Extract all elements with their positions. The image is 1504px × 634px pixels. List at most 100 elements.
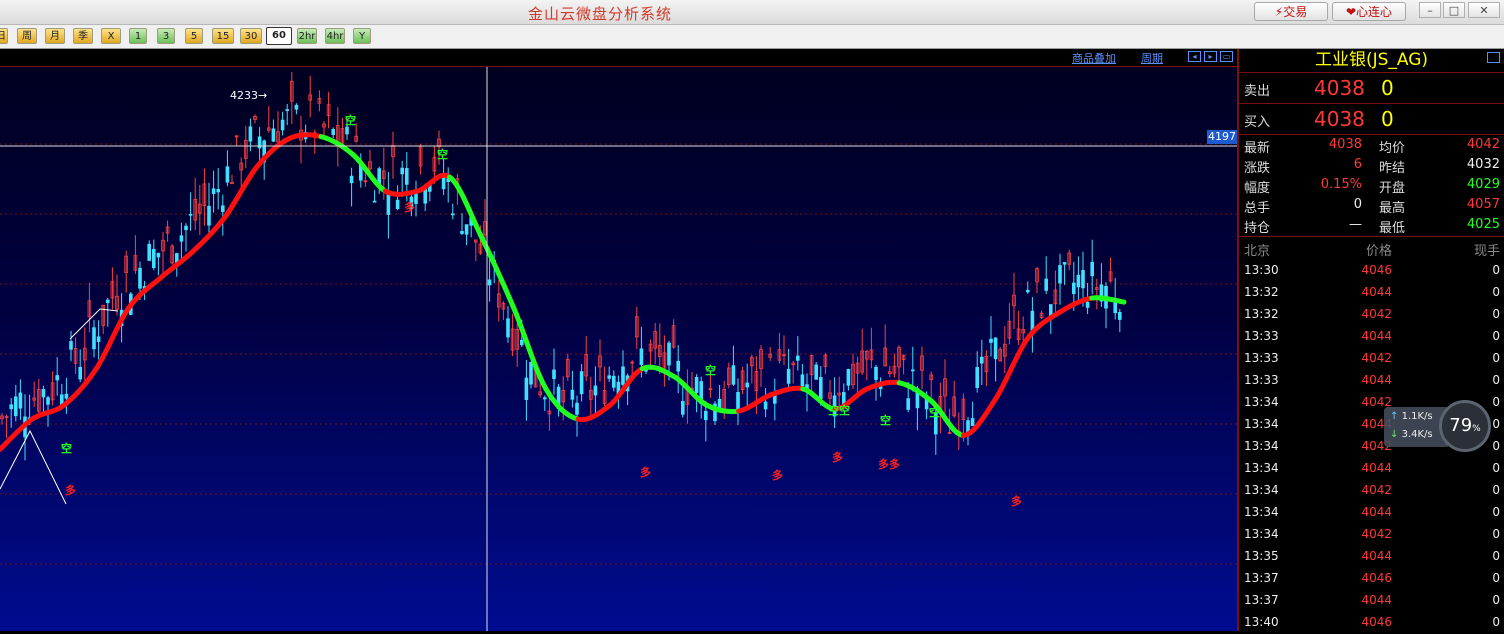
tick-volume: 0	[1492, 505, 1500, 519]
lightning-icon: ⚡	[1274, 5, 1284, 19]
connect-button[interactable]: ❤心连心	[1332, 2, 1406, 21]
signal-marker-duo: 多	[65, 484, 76, 497]
stat-label: 均价	[1379, 141, 1406, 156]
tick-volume: 0	[1492, 263, 1500, 277]
period-button-4[interactable]: X	[101, 28, 121, 44]
tick-price: 4046	[1361, 263, 1392, 277]
candle-body	[529, 361, 533, 385]
signal-marker-kong: 空	[345, 114, 356, 127]
period-button-2[interactable]: 月	[45, 28, 65, 44]
scroll-left-icon[interactable]: ◂	[1188, 51, 1201, 62]
period-button-11[interactable]: 2hr	[297, 28, 317, 44]
tick-row: 13:33 4044 0	[1239, 326, 1504, 348]
candle-body	[138, 267, 142, 289]
period-button-7[interactable]: 5	[185, 28, 203, 44]
tick-price: 4046	[1361, 571, 1392, 585]
candle-body	[464, 224, 469, 235]
stat-label: 昨结	[1379, 161, 1406, 176]
candle-body	[520, 339, 524, 346]
ma-line-segment	[382, 188, 420, 197]
period-button-0[interactable]: 日	[0, 28, 8, 44]
candle-body	[207, 205, 211, 226]
candle-body	[814, 364, 818, 380]
download-speed: ↓ 3.4K/s	[1390, 429, 1433, 440]
kline-chart[interactable]: 商品叠加 周期 ◂ ▸ ▭ 4233→ 4197 空空空空空空空空多多多多多多多…	[0, 49, 1237, 631]
stat-value: —	[1349, 217, 1362, 232]
period-button-9[interactable]: 30	[240, 28, 262, 44]
candle-body	[13, 396, 18, 417]
bid-row: 买入 4038 0	[1239, 104, 1504, 135]
tick-time: 13:33	[1244, 351, 1279, 365]
candle-body	[970, 418, 975, 427]
candle-body	[552, 369, 556, 380]
candle-body	[570, 389, 575, 400]
candle-body	[280, 119, 285, 131]
candle-body	[106, 299, 110, 304]
candle-body	[736, 392, 740, 410]
candle-body	[1026, 289, 1030, 293]
candle-body	[607, 375, 611, 379]
tick-time: 13:34	[1244, 417, 1279, 431]
candle-body	[395, 199, 400, 210]
download-speed-value: 3.4	[1401, 429, 1418, 440]
tick-volume-header: 现手	[1473, 244, 1500, 259]
candle-body	[55, 375, 59, 381]
upload-speed: ↑ 1.1K/s	[1390, 411, 1433, 422]
period-link[interactable]: 周期	[1141, 50, 1163, 66]
candle-body	[404, 168, 409, 185]
period-button-13[interactable]: Y	[353, 28, 371, 44]
tick-row: 13:37 4044 0	[1239, 590, 1504, 612]
panel-toggle-icon[interactable]	[1487, 52, 1500, 63]
candle-body	[285, 109, 289, 111]
candle-body	[9, 404, 14, 410]
candle-body	[96, 336, 101, 342]
trade-button[interactable]: ⚡交易	[1254, 2, 1328, 21]
stat-label: 涨跌	[1244, 161, 1271, 176]
candle-body	[69, 341, 73, 350]
candle-body	[980, 356, 984, 364]
tick-row: 13:35 4044 0	[1239, 546, 1504, 568]
title-bar: 金山云微盘分析系统 ⚡交易 ❤心连心 – □ ✕	[0, 0, 1504, 25]
period-button-3[interactable]: 季	[73, 28, 93, 44]
candle-body	[386, 192, 391, 215]
period-button-12[interactable]: 4hr	[325, 28, 345, 44]
candle-body	[1085, 301, 1090, 308]
trade-button-label: 交易	[1283, 5, 1308, 19]
period-button-5[interactable]: 1	[129, 28, 147, 44]
tick-time: 13:34	[1244, 461, 1279, 475]
period-button-8[interactable]: 15	[212, 28, 234, 44]
stat-row: 涨跌 6 昨结 4032	[1239, 155, 1504, 176]
tick-time: 13:33	[1244, 329, 1279, 343]
upload-speed-value: 1.1	[1401, 411, 1418, 422]
upload-arrow-icon: ↑	[1390, 411, 1399, 422]
network-speed-widget[interactable]: ↑ 1.1K/s ↓ 3.4K/s 79%	[1384, 400, 1496, 452]
ma-line-segment	[93, 305, 131, 372]
candle-body	[874, 366, 878, 380]
layout-icon[interactable]: ▭	[1220, 51, 1233, 62]
candle-body	[1062, 262, 1067, 265]
maximize-button[interactable]: □	[1443, 2, 1465, 18]
candle-body	[174, 253, 179, 263]
period-button-6[interactable]: 3	[157, 28, 175, 44]
ma-line-segment	[639, 364, 677, 380]
tick-time: 13:32	[1244, 285, 1279, 299]
overlay-commodity-link[interactable]: 商品叠加	[1072, 50, 1116, 66]
tick-row: 13:34 4042 0	[1239, 480, 1504, 502]
connect-button-label: 心连心	[1356, 5, 1393, 19]
tick-volume: 0	[1492, 549, 1500, 563]
stat-row: 幅度 0.15% 开盘 4029	[1239, 175, 1504, 196]
period-toolbar: 日周月季 X 1 3 5 15 30 60 2hr 4hr Y	[0, 25, 1504, 49]
candle-body	[911, 369, 915, 372]
close-button[interactable]: ✕	[1468, 2, 1500, 18]
tick-price: 4044	[1361, 285, 1392, 299]
candle-body	[579, 371, 584, 395]
window-title: 金山云微盘分析系统	[527, 5, 672, 23]
period-button-1[interactable]: 周	[17, 28, 37, 44]
candle-body	[188, 213, 193, 216]
tick-price: 4044	[1361, 329, 1392, 343]
period-button-10[interactable]: 60	[266, 27, 292, 45]
scroll-right-icon[interactable]: ▸	[1204, 51, 1217, 62]
stat-value: 4025	[1466, 217, 1500, 232]
minimize-button[interactable]: –	[1419, 2, 1441, 18]
tick-row: 13:37 4046 0	[1239, 568, 1504, 590]
